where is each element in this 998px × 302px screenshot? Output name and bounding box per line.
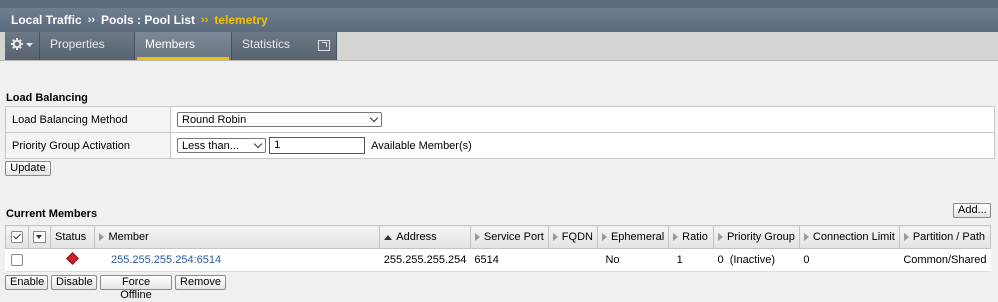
sort-icon — [718, 233, 724, 242]
col-address[interactable]: Address — [379, 225, 471, 249]
select-all-checkbox[interactable] — [11, 231, 23, 244]
sort-icon — [903, 233, 909, 242]
priority-group-activation-cell: Less than... 1 Available Member(s) — [170, 132, 995, 159]
enable-button[interactable]: Enable — [5, 275, 48, 290]
row-ratio: 1 — [668, 248, 714, 272]
row-partition: Common/Shared — [899, 248, 991, 272]
col-partition[interactable]: Partition / Path — [898, 225, 992, 249]
chevron-down-icon — [26, 43, 33, 47]
col-ephemeral-label: Ephemeral — [610, 231, 665, 243]
tab-strip: Properties Members Statistics — [5, 32, 337, 60]
sort-icon — [601, 233, 607, 242]
top-stripe — [0, 0, 998, 8]
update-button[interactable]: Update — [5, 161, 51, 176]
col-ratio-label: Ratio — [682, 231, 708, 243]
row-priority-group: 0 (Inactive) — [713, 248, 800, 272]
load-balancing-method-value: Round Robin — [182, 113, 247, 126]
current-members-title: Current Members — [6, 208, 98, 220]
row-connection-limit: 0 — [799, 248, 900, 272]
load-balancing-method-row: Load Balancing Method Round Robin — [5, 106, 995, 133]
col-service-port[interactable]: Service Port — [469, 225, 549, 249]
add-member-button[interactable]: Add... — [953, 203, 991, 218]
col-priority-group[interactable]: Priority Group — [713, 225, 800, 249]
priority-group-value: Less than... — [182, 139, 239, 152]
chevron-down-icon — [369, 113, 379, 123]
remove-button[interactable]: Remove — [175, 275, 226, 290]
members-table-header: Status Member Address Service Port FQDN … — [5, 225, 992, 249]
tab-statistics[interactable]: Statistics — [232, 32, 337, 60]
breadcrumb-separator: ›› — [201, 14, 209, 26]
col-fqdn[interactable]: FQDN — [547, 225, 598, 249]
row-service-port: 6514 — [470, 248, 549, 272]
tab-bar: Properties Members Statistics — [0, 32, 998, 61]
row-status-cell — [50, 248, 95, 272]
col-member[interactable]: Member — [94, 225, 381, 249]
status-offline-icon — [66, 252, 80, 265]
priority-group-activation-label: Priority Group Activation — [5, 132, 171, 159]
row-fqdn — [548, 248, 598, 272]
disable-button[interactable]: Disable — [51, 275, 97, 290]
member-link[interactable]: 255.255.255.254:6514 — [111, 254, 221, 266]
sort-icon — [99, 233, 105, 242]
sort-icon — [673, 233, 679, 242]
row-spacer-cell — [28, 248, 51, 272]
force-offline-button[interactable]: Force Offline — [100, 275, 172, 301]
col-ephemeral[interactable]: Ephemeral — [596, 225, 670, 249]
sort-icon — [474, 233, 480, 242]
load-balancing-table: Load Balancing Method Round Robin Priori… — [5, 106, 995, 159]
col-address-label: Address — [396, 231, 437, 243]
priority-group-select[interactable]: Less than... — [177, 138, 266, 153]
priority-group-activation-row: Priority Group Activation Less than... 1… — [5, 132, 995, 159]
sort-icon — [803, 233, 809, 242]
col-ratio[interactable]: Ratio — [668, 225, 715, 249]
breadcrumb-separator: ›› — [87, 14, 96, 26]
load-balancing-title: Load Balancing — [6, 92, 88, 104]
tab-statistics-label: Statistics — [242, 37, 291, 51]
priority-group-suffix: Available Member(s) — [371, 139, 472, 152]
row-checkbox[interactable] — [10, 254, 23, 267]
select-all-header — [5, 225, 29, 249]
row-member-cell: 255.255.255.254:6514 — [94, 248, 380, 272]
selection-menu-header — [28, 225, 51, 249]
sort-icon — [552, 233, 558, 242]
gear-menu-button[interactable] — [5, 32, 40, 60]
col-fqdn-label: FQDN — [561, 231, 593, 243]
load-balancing-method-cell: Round Robin — [170, 106, 995, 133]
row-address: 255.255.255.254 — [379, 248, 471, 272]
priority-group-input[interactable]: 1 — [269, 137, 366, 154]
load-balancing-method-label: Load Balancing Method — [5, 106, 171, 133]
col-connection-limit[interactable]: Connection Limit — [798, 225, 900, 249]
table-row: 255.255.255.254:6514 255.255.255.254 651… — [5, 248, 991, 272]
breadcrumb-current: telemetry — [214, 13, 268, 27]
tab-members[interactable]: Members — [135, 32, 232, 60]
sort-ascending-icon — [384, 234, 393, 240]
col-partition-label: Partition / Path — [912, 231, 985, 243]
members-table: Status Member Address Service Port FQDN … — [5, 225, 992, 272]
gear-icon — [11, 38, 23, 50]
row-ephemeral: No — [597, 248, 669, 272]
col-priority-group-label: Priority Group — [727, 231, 795, 243]
popout-icon[interactable] — [318, 40, 330, 51]
col-connection-limit-label: Connection Limit — [812, 231, 895, 243]
col-member-label: Member — [108, 231, 149, 243]
chevron-down-icon — [253, 139, 263, 149]
breadcrumb-item-pool-list[interactable]: Pools : Pool List — [101, 13, 195, 27]
col-service-port-label: Service Port — [483, 231, 544, 243]
breadcrumb-item-local-traffic[interactable]: Local Traffic — [11, 13, 82, 27]
load-balancing-method-select[interactable]: Round Robin — [177, 112, 382, 127]
breadcrumb: Local Traffic ›› Pools : Pool List ›› te… — [0, 8, 998, 32]
selection-menu-dropdown[interactable] — [33, 231, 46, 244]
tab-properties[interactable]: Properties — [40, 32, 135, 60]
col-status[interactable]: Status — [49, 225, 96, 249]
row-select-cell — [5, 248, 29, 272]
